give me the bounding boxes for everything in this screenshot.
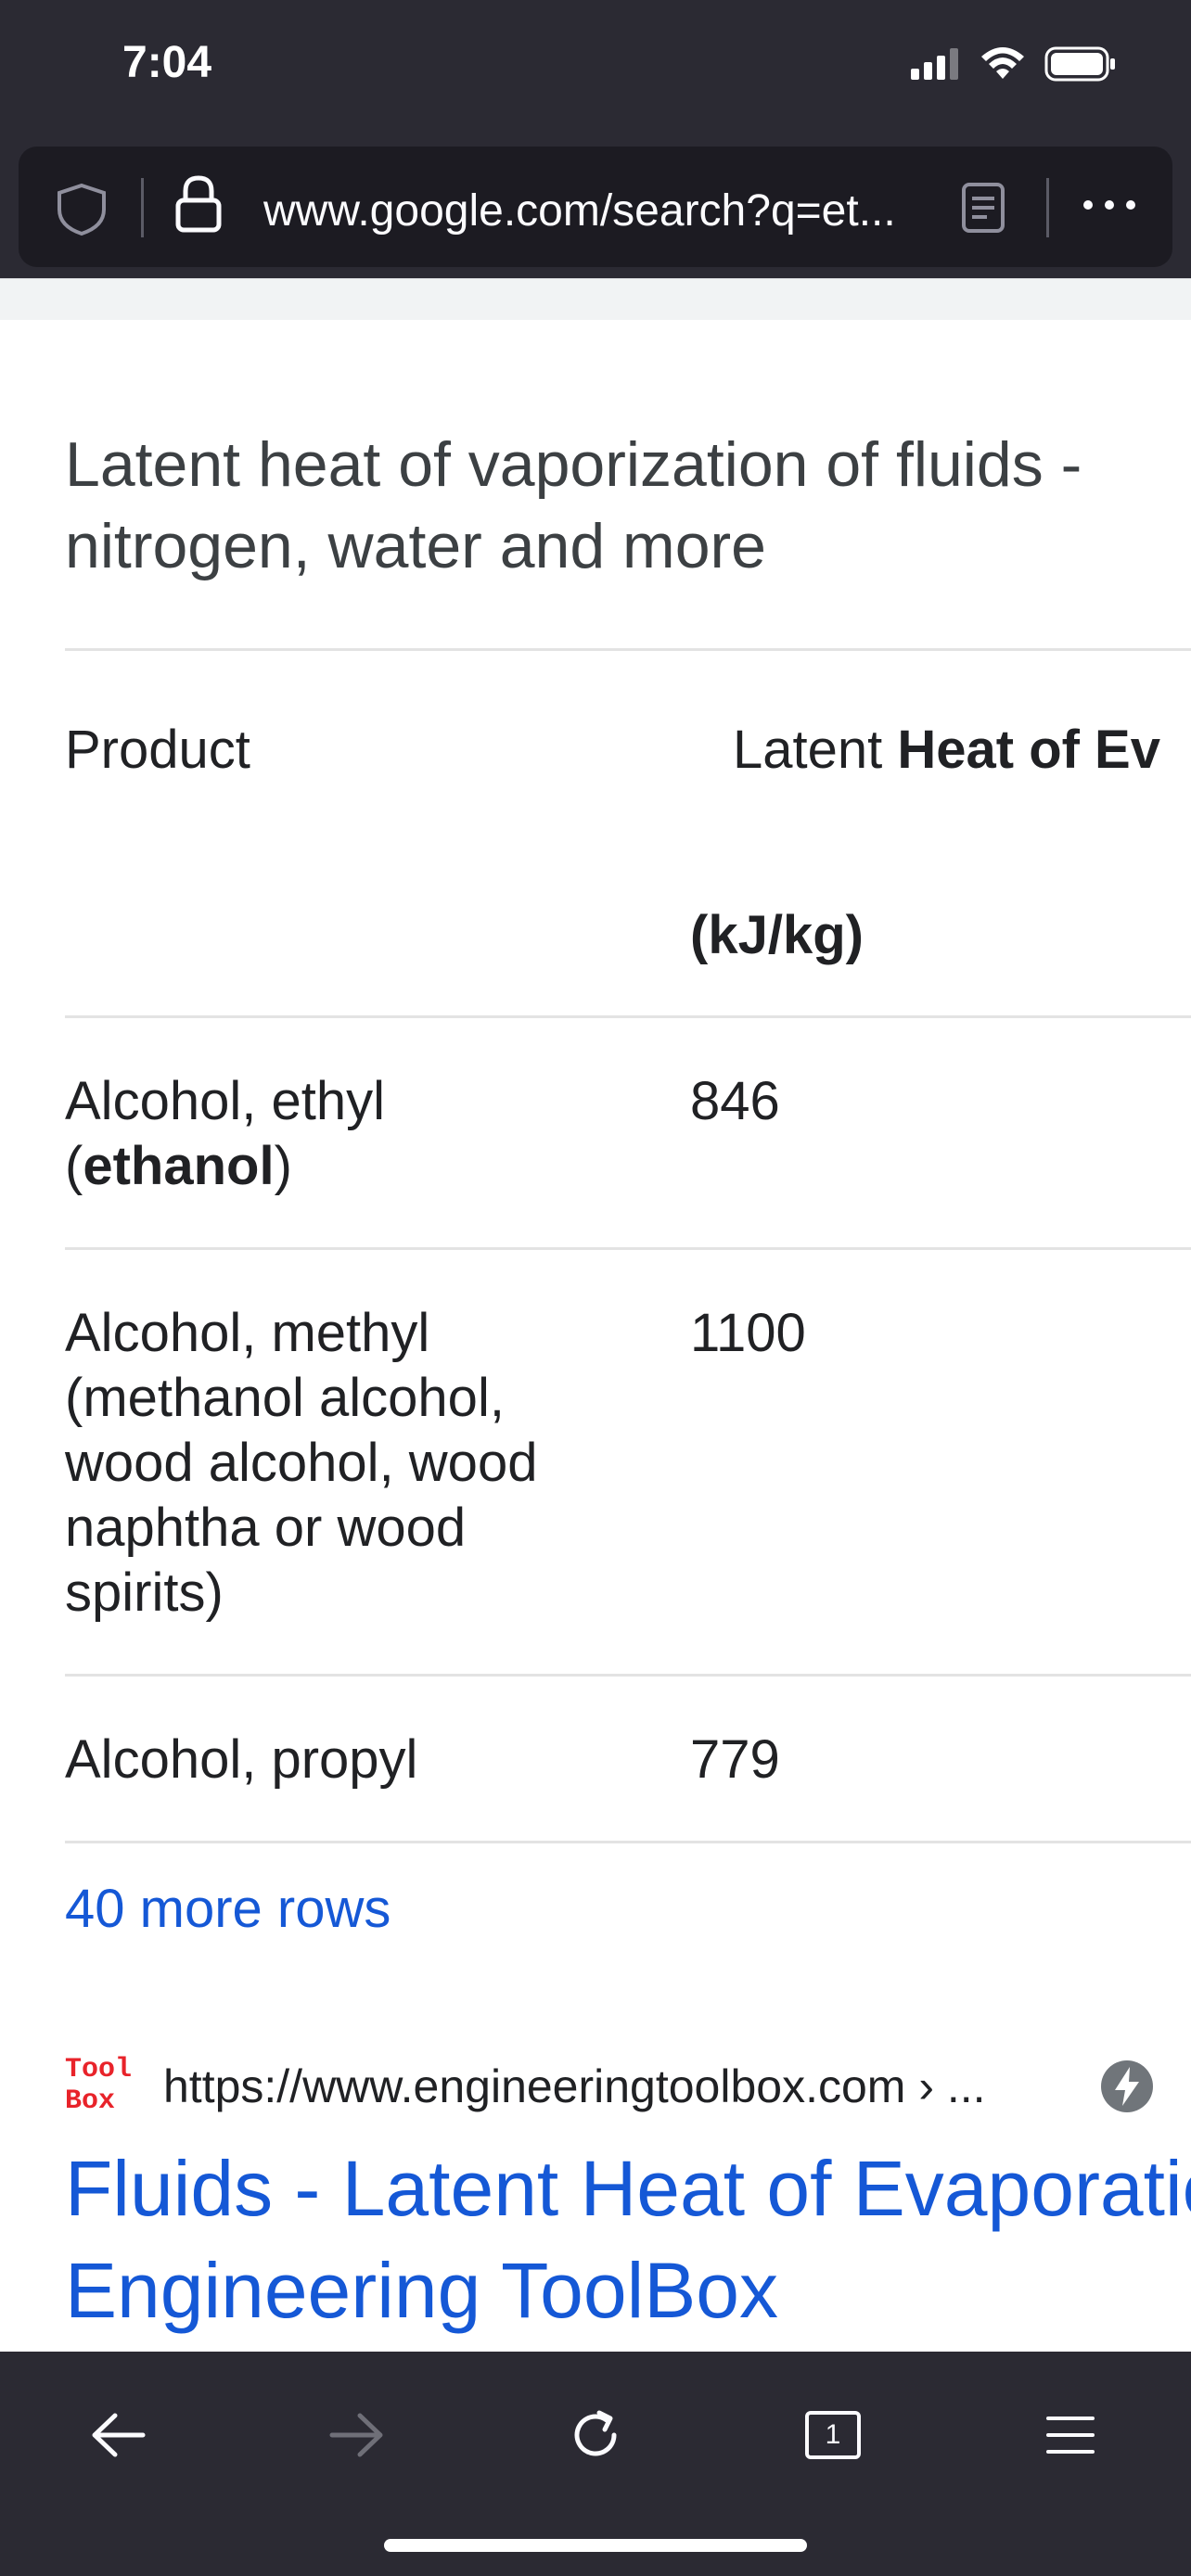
latent-header-prefix: Latent [733, 720, 898, 780]
wifi-icon [981, 47, 1024, 79]
table-row-value: 1100 [690, 1303, 806, 1363]
back-button[interactable] [72, 2389, 165, 2481]
cellular-signal-icon [911, 48, 958, 80]
tabs-button[interactable]: 1 [787, 2389, 879, 2481]
forward-button[interactable] [310, 2389, 403, 2481]
column-header-latent-heat: Latent Heat of Ev [733, 719, 1160, 781]
page-actions-more-icon[interactable] [1082, 198, 1137, 211]
table-divider [65, 1674, 1191, 1677]
table-row-value: 846 [690, 1071, 780, 1131]
status-time: 7:04 [122, 38, 212, 87]
tracking-protection-shield-icon[interactable] [56, 182, 108, 237]
hamburger-menu-icon [1046, 2417, 1095, 2454]
favicon-text-top: Tool [65, 2054, 133, 2085]
browser-toolbar: 1 [0, 2352, 1191, 2576]
table-divider [65, 1247, 1191, 1250]
reader-view-icon[interactable] [961, 182, 1005, 234]
page-top-strip [0, 278, 1191, 321]
back-arrow-icon [92, 2413, 146, 2457]
column-header-unit: (kJ/kg) [690, 905, 864, 965]
table-row-product: Alcohol, ethyl (ethanol) [65, 1069, 584, 1199]
reload-button[interactable] [549, 2389, 642, 2481]
status-bar: 7:04 [0, 0, 1191, 139]
tab-count-icon: 1 [805, 2411, 861, 2459]
product-bold-name: ethanol [83, 1136, 275, 1196]
url-text[interactable]: www.google.com/search?q=et... [263, 185, 896, 236]
url-divider [141, 178, 144, 237]
amp-lightning-icon [1101, 2060, 1153, 2112]
search-results-content: Latent heat of vaporization of fluids - … [0, 320, 1191, 2351]
battery-icon [1044, 46, 1115, 82]
lock-icon[interactable] [174, 174, 223, 234]
table-row-product: Alcohol, methyl (methanol alcohol, wood … [65, 1303, 538, 1623]
menu-button[interactable] [1024, 2389, 1117, 2481]
product-paren-close: ) [274, 1136, 292, 1196]
address-field[interactable]: www.google.com/search?q=et... [19, 147, 1172, 267]
toolbox-favicon-icon[interactable]: Tool Box [65, 2054, 133, 2121]
home-indicator[interactable] [384, 2539, 807, 2552]
featured-snippet-title: Latent heat of vaporization of fluids - … [65, 429, 1082, 581]
url-divider-2 [1046, 178, 1049, 237]
product-line1: Alcohol, ethyl [65, 1071, 385, 1131]
table-divider [65, 648, 1191, 651]
browser-url-bar: www.google.com/search?q=et... [0, 139, 1191, 278]
table-row-value: 779 [690, 1729, 780, 1790]
latent-header-bold: Heat of Ev [897, 720, 1161, 780]
reload-icon [574, 2410, 617, 2456]
table-row-product: Alcohol, propyl [65, 1729, 418, 1790]
result-cite-url[interactable]: https://www.engineeringtoolbox.com › ... [163, 2060, 986, 2113]
result-title-link[interactable]: Fluids - Latent Heat of Evaporation - En… [65, 2137, 1191, 2341]
status-icons [911, 46, 1117, 82]
forward-arrow-icon [329, 2413, 383, 2457]
product-paren-open: ( [65, 1136, 83, 1196]
favicon-text-bottom: Box [65, 2085, 116, 2117]
more-rows-link[interactable]: 40 more rows [65, 1878, 391, 1940]
table-divider [65, 1015, 1191, 1018]
column-header-product: Product [65, 720, 250, 780]
table-divider [65, 1841, 1191, 1843]
